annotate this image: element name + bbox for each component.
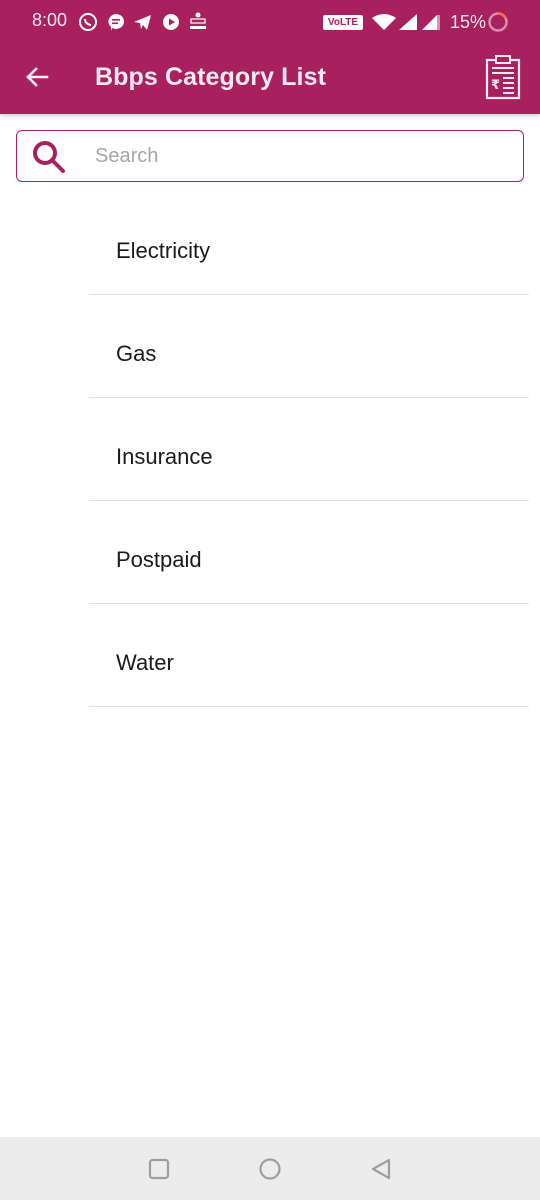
status-time: 8:00	[32, 10, 68, 30]
volte-badge: VoLTE	[323, 15, 363, 30]
system-nav-bar	[0, 1137, 540, 1200]
rupee-clipboard-icon[interactable]: ₹	[484, 54, 522, 100]
recents-square-icon[interactable]	[147, 1157, 171, 1181]
category-item-electricity[interactable]: Electricity	[89, 192, 529, 295]
search-input[interactable]	[95, 141, 495, 171]
search-box[interactable]	[16, 130, 524, 182]
category-list: Electricity Gas Insurance Postpaid Water	[89, 192, 529, 707]
search-icon	[33, 141, 65, 173]
category-item-water[interactable]: Water	[89, 604, 529, 707]
whatsapp-icon	[79, 13, 97, 31]
telegram-icon	[134, 15, 151, 30]
category-item-gas[interactable]: Gas	[89, 295, 529, 398]
signal-icon-2	[422, 15, 440, 30]
category-item-postpaid[interactable]: Postpaid	[89, 501, 529, 604]
category-label: Gas	[116, 341, 157, 366]
home-circle-icon[interactable]	[258, 1157, 282, 1181]
category-label: Electricity	[116, 238, 211, 263]
status-bar: 8:00 VoLTE 15%	[0, 0, 540, 42]
signal-icon	[399, 14, 417, 30]
back-triangle-icon[interactable]	[369, 1157, 393, 1181]
category-label: Insurance	[116, 444, 213, 469]
app-notification-icon	[190, 12, 206, 29]
battery-icon	[488, 12, 508, 32]
category-label: Postpaid	[116, 547, 202, 572]
category-item-insurance[interactable]: Insurance	[89, 398, 529, 501]
youtube-icon	[163, 14, 179, 30]
wifi-icon	[372, 14, 396, 30]
svg-text:₹: ₹	[491, 78, 500, 93]
category-label: Water	[116, 650, 174, 675]
battery-percent: 15%	[450, 12, 487, 32]
app-bar: Bbps Category List ₹	[0, 42, 540, 114]
page-title: Bbps Category List	[95, 63, 326, 91]
arrow-left-icon[interactable]	[22, 62, 52, 92]
messaging-icon	[108, 14, 124, 31]
